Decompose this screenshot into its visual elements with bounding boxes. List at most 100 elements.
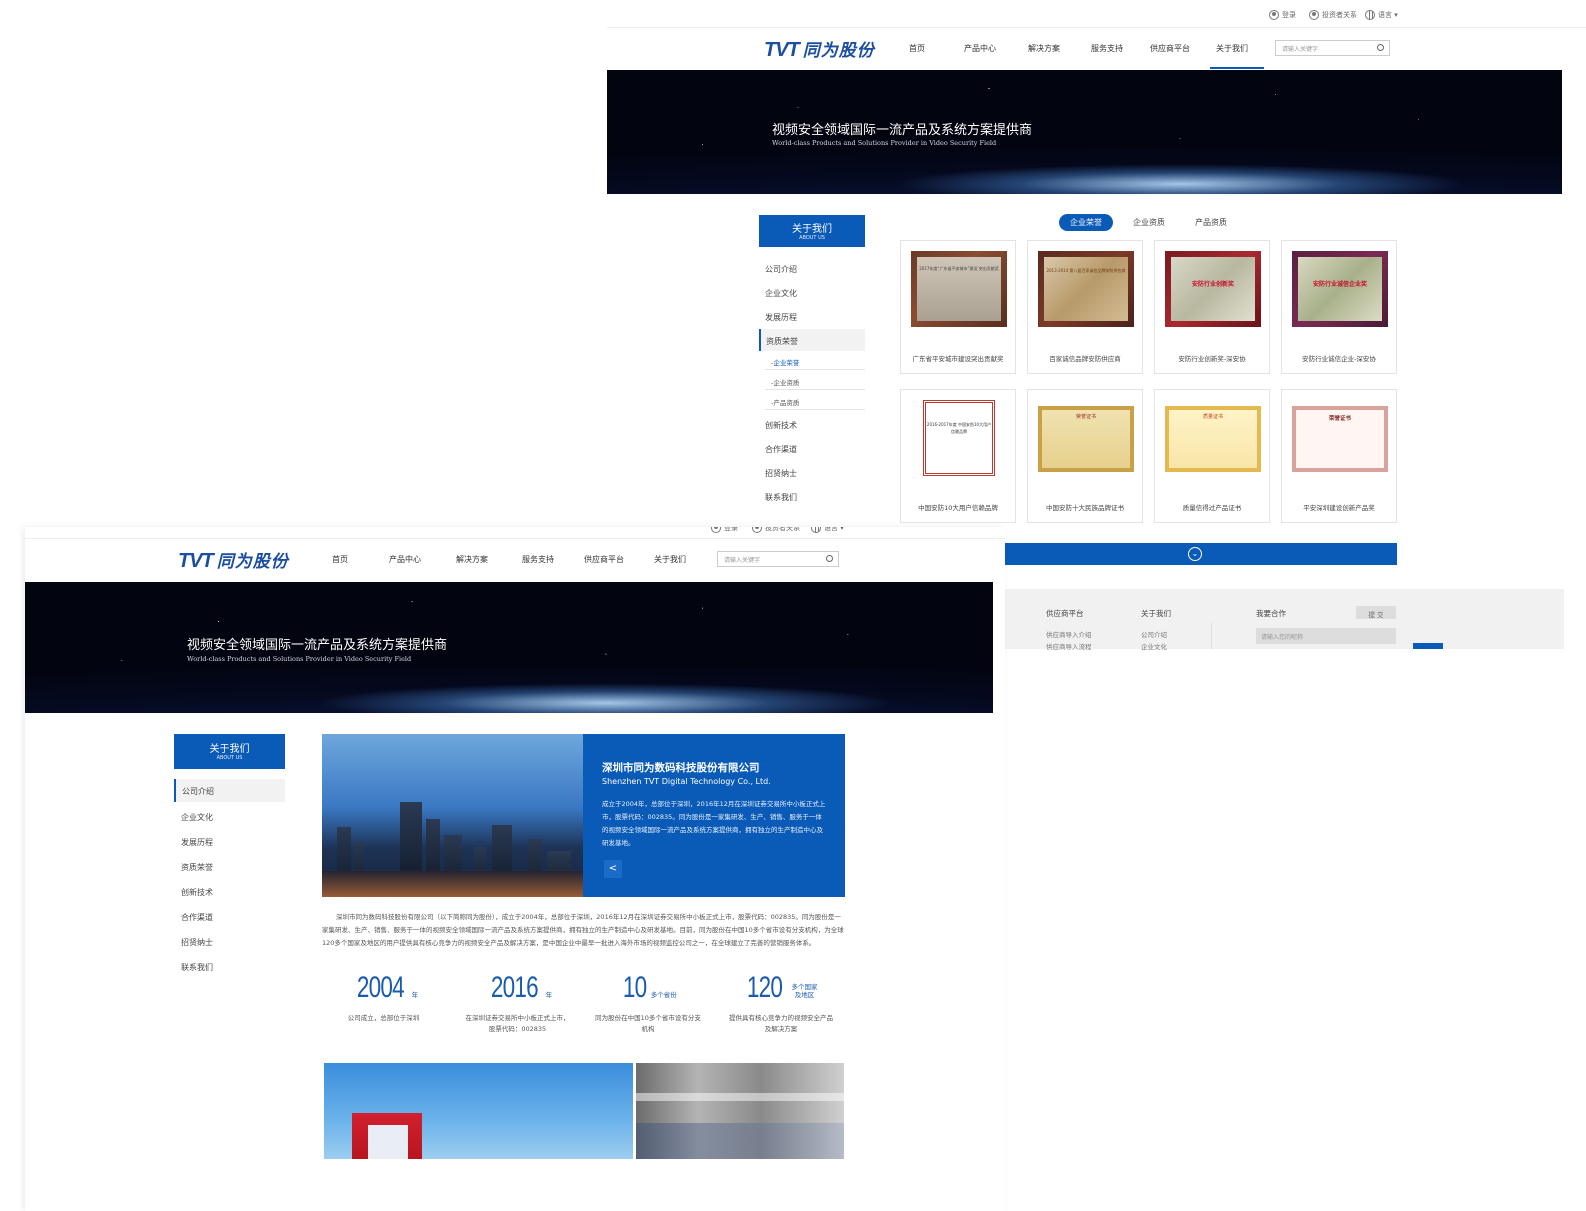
investor-link[interactable]: 投资者关系 (752, 527, 800, 533)
stat-countries: 120 多个国家及地区 提供具有核心竞争力的视频安全产品及解决方案 (729, 971, 833, 1033)
nav-supplier[interactable]: 供应商平台 (584, 554, 624, 565)
sidebar-item-contact[interactable]: 联系我们 (181, 962, 213, 973)
search-input[interactable]: 请输入关键字 (1275, 40, 1390, 56)
nav-products[interactable]: 产品中心 (964, 43, 996, 54)
submit-button[interactable]: 提 交 (1356, 606, 1396, 619)
honor-card[interactable]: 荣誉证书 平安深圳建设创新产品奖 (1281, 389, 1397, 523)
sidebar-item-company[interactable]: 公司介绍 (765, 264, 797, 275)
banner-title: 视频安全领域国际一流产品及系统方案提供商 (772, 123, 1033, 138)
sidebar-item-channels[interactable]: 合作渠道 (765, 444, 797, 455)
stat-listed: 2016 年 在深圳证券交易所中小板正式上市，股票代码：002835 (465, 971, 570, 1033)
login-link[interactable]: 登录 (711, 527, 738, 533)
sidebar-item-contact[interactable]: 联系我们 (765, 492, 797, 503)
nav-home[interactable]: 首页 (332, 554, 348, 565)
sidebar-item-channels[interactable]: 合作渠道 (181, 912, 213, 923)
tab-product-qualification[interactable]: 产品资质 (1185, 214, 1237, 231)
nav-solutions[interactable]: 解决方案 (1028, 43, 1060, 54)
banner-subtitle: World-class Products and Solutions Provi… (187, 655, 412, 663)
nav-home[interactable]: 首页 (909, 43, 925, 54)
honor-card[interactable]: 安防行业创新奖 安防行业创新奖-深安协 (1154, 240, 1270, 374)
stat-founded: 2004 年 公司成立，总部位于深圳 (347, 971, 420, 1022)
nav-about[interactable]: 关于我们 (654, 554, 686, 565)
nav-supplier[interactable]: 供应商平台 (1150, 43, 1190, 54)
nav-about[interactable]: 关于我们 (1210, 43, 1264, 69)
language-selector[interactable]: 语言 ▾ (1365, 10, 1398, 20)
footer: 供应商平台 供应商导入介绍 供应商导入流程 关于我们 公司介绍 企业文化 我要合… (993, 589, 1564, 651)
tab-enterprise-honor[interactable]: 企业荣誉 (1059, 214, 1113, 231)
sidebar-heading: 关于我们 ABOUT US (174, 734, 285, 769)
login-link[interactable]: 登录 (1269, 10, 1296, 20)
tab-enterprise-qualification[interactable]: 企业资质 (1123, 214, 1175, 231)
search-icon[interactable] (1377, 44, 1384, 51)
honor-card[interactable]: 2016-2017年度 中国安防10大用户信赖品牌 中国安防10大用户信赖品牌 (900, 389, 1016, 523)
company-name: 深圳市同为数码科技股份有限公司 (602, 762, 760, 774)
chevron-down-icon[interactable]: ⌄ (1188, 547, 1202, 561)
footer-link[interactable]: 企业文化 (1141, 641, 1167, 651)
hero-banner: 视频安全领域国际一流产品及系统方案提供商 World-class Product… (607, 70, 1562, 194)
sidebar-item-honors[interactable]: 资质荣誉 (181, 862, 213, 873)
honor-card[interactable]: 2017年度“广东省平安城市”建设 突出贡献奖 广东省平安城市建设突出贡献奖 (900, 240, 1016, 374)
sidebar-item-careers[interactable]: 招贤纳士 (181, 937, 213, 948)
sidebar-subitem-enterprise-honor[interactable]: -企业荣誉 (765, 353, 865, 370)
search-icon[interactable] (826, 555, 833, 562)
footer-link[interactable]: 供应商导入介绍 (1046, 629, 1092, 639)
footer-link[interactable]: 公司介绍 (1141, 629, 1167, 639)
user-icon (711, 527, 721, 533)
honor-image: 安防行业创新奖 (1165, 251, 1261, 327)
factory-image (636, 1063, 844, 1159)
honor-image: 质量证书 (1165, 406, 1261, 472)
sidebar-item-innovation[interactable]: 创新技术 (181, 887, 213, 898)
tvt-logo[interactable]: TVT 同为股份 (178, 547, 289, 573)
hero-banner: 视频安全领域国际一流产品及系统方案提供商 World-class Product… (25, 582, 993, 713)
language-selector[interactable]: 语言 ▾ (811, 527, 844, 533)
sidebar-subitem-enterprise-qualification[interactable]: -企业资质 (765, 373, 865, 390)
tvt-logo[interactable]: TVT 同为股份 (764, 36, 875, 62)
company-intro-screenshot: 登录 投资者关系 语言 ▾ TVT 同为股份 首页 产品中心 解决方案 服务支持 … (25, 527, 1005, 1211)
intro-panel: 深圳市同为数码科技股份有限公司 Shenzhen TVT Digital Tec… (583, 734, 845, 897)
footer-col-about: 关于我们 (1141, 609, 1171, 618)
nav-products[interactable]: 产品中心 (389, 554, 421, 565)
headquarters-image (324, 1063, 633, 1159)
user-icon (1269, 10, 1279, 20)
sidebar-item-culture[interactable]: 企业文化 (765, 288, 797, 299)
investor-link[interactable]: 投资者关系 (1309, 10, 1357, 20)
sidebar-item-careers[interactable]: 招贤纳士 (765, 468, 797, 479)
sidebar-item-innovation[interactable]: 创新技术 (765, 420, 797, 431)
intro-paragraph: 深圳市同为数码科技股份有限公司（以下简称同为股份），成立于2004年，总部位于深… (322, 913, 844, 947)
honor-image: 安防行业诚信企业奖 (1292, 251, 1388, 327)
load-more-bar[interactable]: ⌄ (993, 543, 1397, 565)
nav-solutions[interactable]: 解决方案 (456, 554, 488, 565)
main-nav: TVT 同为股份 首页 产品中心 解决方案 服务支持 供应商平台 关于我们 请输入… (607, 28, 1586, 70)
sidebar-item-company[interactable]: 公司介绍 (174, 779, 285, 802)
main-nav: TVT 同为股份 首页 产品中心 解决方案 服务支持 供应商平台 关于我们 请输入… (25, 539, 1005, 581)
honor-image: 2013-2014 第八届百家诚信品牌安防供应商 (1038, 251, 1134, 327)
sidebar-item-honors[interactable]: 资质荣誉 (759, 329, 865, 351)
nav-support[interactable]: 服务支持 (1091, 43, 1123, 54)
honor-card[interactable]: 安防行业诚信企业奖 安防行业诚信企业-深安协 (1281, 240, 1397, 374)
honor-image: 2016-2017年度 中国安防10大用户信赖品牌 (923, 400, 995, 476)
sidebar-item-culture[interactable]: 企业文化 (181, 812, 213, 823)
honor-image: 荣誉证书 (1292, 406, 1388, 472)
sidebar-subitem-product-qualification[interactable]: -产品资质 (765, 393, 865, 410)
sidebar-heading: 关于我们 ABOUT US (759, 215, 865, 247)
investor-icon (752, 527, 762, 533)
footer-col-supplier: 供应商平台 (1046, 609, 1084, 618)
share-icon[interactable]: < (604, 860, 622, 878)
investor-icon (1309, 10, 1319, 20)
banner-title: 视频安全领域国际一流产品及系统方案提供商 (187, 638, 448, 653)
footer-col-cooperate: 我要合作 (1256, 609, 1286, 618)
honor-image: 荣誉证书 (1038, 406, 1134, 472)
sidebar-item-history[interactable]: 发展历程 (765, 312, 797, 323)
globe-icon (811, 527, 821, 533)
intro-summary: 成立于2004年，总部位于深圳，2016年12月在深圳证券交易所中小板正式上市，… (602, 800, 826, 847)
city-skyline-image (322, 734, 583, 897)
honor-card[interactable]: 2013-2014 第八届百家诚信品牌安防供应商 百家诚信品牌安防供应商 (1027, 240, 1143, 374)
top-utility-bar: 登录 投资者关系 语言 ▾ (607, 0, 1586, 28)
honor-card[interactable]: 荣誉证书 中国安防十大民族品牌证书 (1027, 389, 1143, 523)
nav-support[interactable]: 服务支持 (522, 554, 554, 565)
search-input[interactable]: 请输入关键字 (717, 551, 839, 567)
honor-card[interactable]: 质量证书 质量信得过产品证书 (1154, 389, 1270, 523)
sidebar-item-history[interactable]: 发展历程 (181, 837, 213, 848)
footer-link[interactable]: 供应商导入流程 (1046, 641, 1092, 651)
name-input[interactable]: 请输入您的昵称 (1256, 628, 1396, 644)
